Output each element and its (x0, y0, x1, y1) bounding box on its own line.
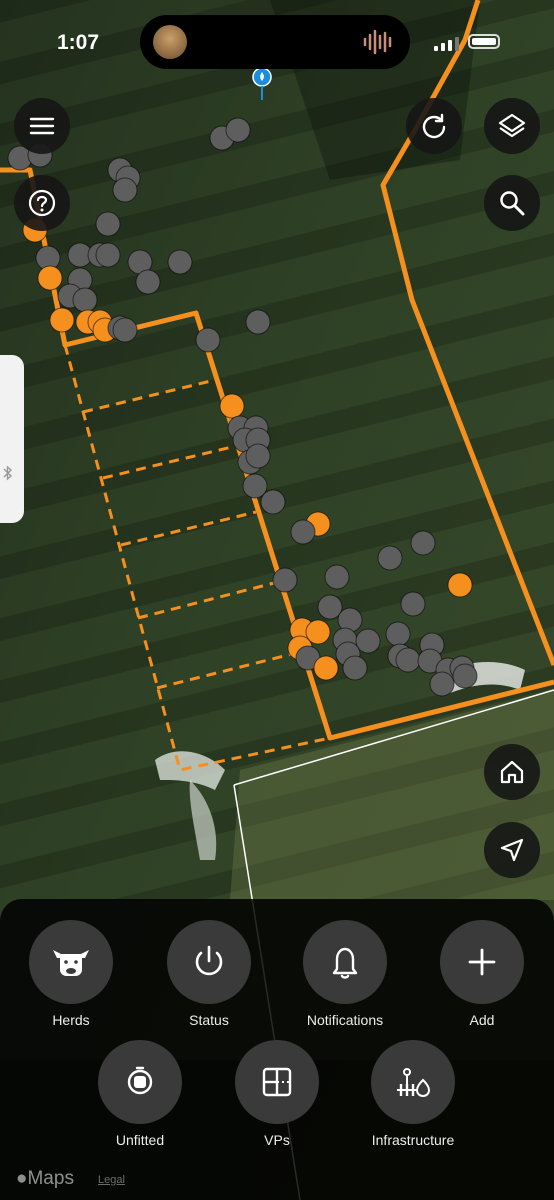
animal-marker[interactable] (225, 117, 251, 143)
search-icon (500, 191, 525, 216)
search-button[interactable] (484, 175, 540, 231)
herds-action-circle[interactable] (29, 920, 113, 1004)
unfitted-action-circle[interactable] (98, 1040, 182, 1124)
unfitted-label: Unfitted (115, 1132, 165, 1148)
navigation-arrow-icon (500, 838, 524, 862)
animal-marker-alert[interactable] (313, 655, 339, 681)
animal-marker[interactable] (195, 327, 221, 353)
maps-attribution: ●Maps (16, 1168, 74, 1190)
vps-action-circle[interactable] (235, 1040, 319, 1124)
audio-waveform-icon (363, 29, 392, 55)
dynamic-island[interactable] (140, 15, 410, 69)
cellular-signal-icon (434, 37, 459, 51)
side-drawer-handle[interactable] (0, 355, 24, 523)
layers-button[interactable] (484, 98, 540, 154)
infrastructure-icon (397, 1068, 431, 1098)
animal-marker[interactable] (72, 287, 98, 313)
animal-marker[interactable] (112, 177, 138, 203)
animal-marker[interactable] (245, 443, 271, 469)
animal-marker[interactable] (167, 249, 193, 275)
animal-marker[interactable] (112, 317, 138, 343)
status-label: Status (189, 1012, 229, 1028)
notifications-action-circle[interactable] (303, 920, 387, 1004)
infrastructure-action[interactable]: Infrastructure (348, 1040, 478, 1148)
menu-button[interactable] (14, 98, 70, 154)
animal-marker-alert[interactable] (447, 572, 473, 598)
animal-marker[interactable] (385, 621, 411, 647)
add-action-circle[interactable] (440, 920, 524, 1004)
collar-device-icon (127, 1066, 153, 1095)
battery-icon (468, 34, 500, 49)
animal-marker-alert[interactable] (49, 307, 75, 333)
locate-button[interactable] (484, 822, 540, 878)
animal-marker[interactable] (260, 489, 286, 515)
animal-marker[interactable] (135, 269, 161, 295)
animal-marker[interactable] (245, 309, 271, 335)
animal-marker[interactable] (377, 545, 403, 571)
status-action-circle[interactable] (167, 920, 251, 1004)
animal-marker-alert[interactable] (37, 265, 63, 291)
animal-marker[interactable] (452, 663, 478, 689)
status-time: 1:07 (57, 31, 100, 54)
question-icon (28, 189, 56, 217)
vps-action[interactable]: VPs (212, 1040, 342, 1148)
power-icon (195, 945, 223, 976)
virtual-paddock-icon (262, 1067, 292, 1097)
apple-logo-icon: ● (16, 1168, 28, 1189)
herds-label: Herds (52, 1012, 90, 1028)
animal-marker[interactable] (95, 211, 121, 237)
add-action[interactable]: Add (417, 920, 547, 1028)
bell-icon (332, 947, 358, 979)
maps-attribution-text: Maps (27, 1168, 74, 1189)
layers-icon (498, 113, 526, 138)
help-button[interactable] (14, 175, 70, 231)
add-label: Add (469, 1012, 495, 1028)
herds-action[interactable]: Herds (6, 920, 136, 1028)
animal-marker[interactable] (342, 655, 368, 681)
unfitted-action[interactable]: Unfitted (75, 1040, 205, 1148)
status-bar: 1:07 (0, 0, 554, 80)
home-button[interactable] (484, 744, 540, 800)
now-playing-artwork (153, 25, 187, 59)
animal-marker[interactable] (95, 242, 121, 268)
infrastructure-action-circle[interactable] (371, 1040, 455, 1124)
plus-icon (468, 948, 496, 976)
home-icon (500, 760, 524, 784)
infrastructure-label: Infrastructure (371, 1132, 455, 1148)
action-sheet: Herds Status Notifications Add Unfitted … (0, 899, 554, 1200)
cow-icon (53, 950, 89, 976)
vps-label: VPs (264, 1132, 290, 1148)
status-action[interactable]: Status (144, 920, 274, 1028)
animal-marker[interactable] (410, 530, 436, 556)
animal-marker[interactable] (324, 564, 350, 590)
legal-link[interactable]: Legal (98, 1174, 125, 1186)
bluetooth-icon (3, 465, 13, 481)
animal-marker[interactable] (272, 567, 298, 593)
animal-marker[interactable] (290, 519, 316, 545)
refresh-icon (422, 113, 446, 139)
animal-marker-alert[interactable] (219, 393, 245, 419)
animal-marker[interactable] (395, 647, 421, 673)
notifications-label: Notifications (306, 1012, 384, 1028)
hamburger-icon (29, 117, 55, 135)
refresh-button[interactable] (406, 98, 462, 154)
notifications-action[interactable]: Notifications (280, 920, 410, 1028)
animal-marker[interactable] (429, 671, 455, 697)
animal-marker[interactable] (400, 591, 426, 617)
